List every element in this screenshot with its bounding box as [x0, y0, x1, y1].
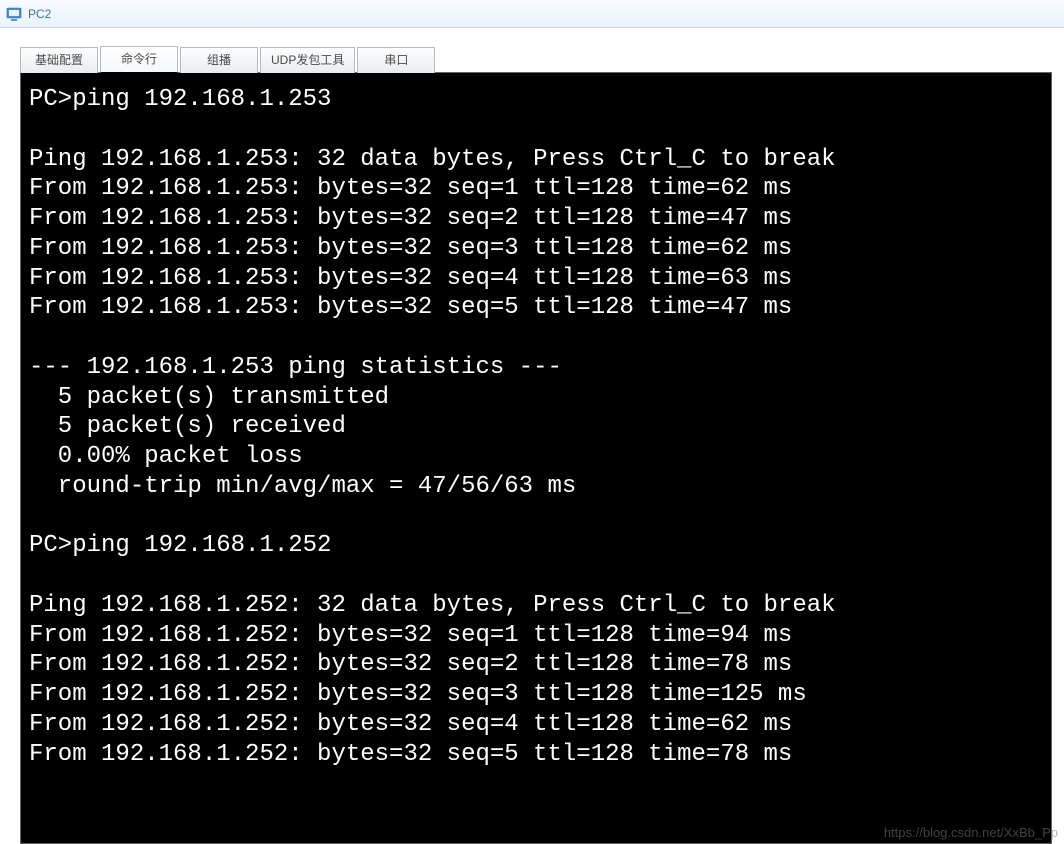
app-icon [6, 6, 22, 22]
tab-multicast[interactable]: 组播 [180, 47, 258, 73]
tab-basic-config[interactable]: 基础配置 [20, 47, 98, 73]
tabs-bar: 基础配置 命令行 组播 UDP发包工具 串口 [20, 46, 1052, 72]
tab-label: 串口 [384, 53, 408, 67]
titlebar[interactable]: PC2 [0, 0, 1064, 28]
tab-label: 基础配置 [35, 53, 83, 67]
terminal-output[interactable]: PC>ping 192.168.1.253 Ping 192.168.1.253… [20, 72, 1052, 844]
tab-udp-tool[interactable]: UDP发包工具 [260, 47, 355, 73]
tab-label: 组播 [207, 53, 231, 67]
tab-command-line[interactable]: 命令行 [100, 46, 178, 73]
tab-label: UDP发包工具 [271, 53, 344, 67]
tab-serial[interactable]: 串口 [357, 47, 435, 73]
tab-label: 命令行 [121, 52, 157, 66]
window-title: PC2 [28, 7, 51, 21]
content-area: 基础配置 命令行 组播 UDP发包工具 串口 PC>ping 192.168.1… [0, 28, 1064, 844]
app-window: PC2 基础配置 命令行 组播 UDP发包工具 串口 PC>ping 192.1… [0, 0, 1064, 844]
